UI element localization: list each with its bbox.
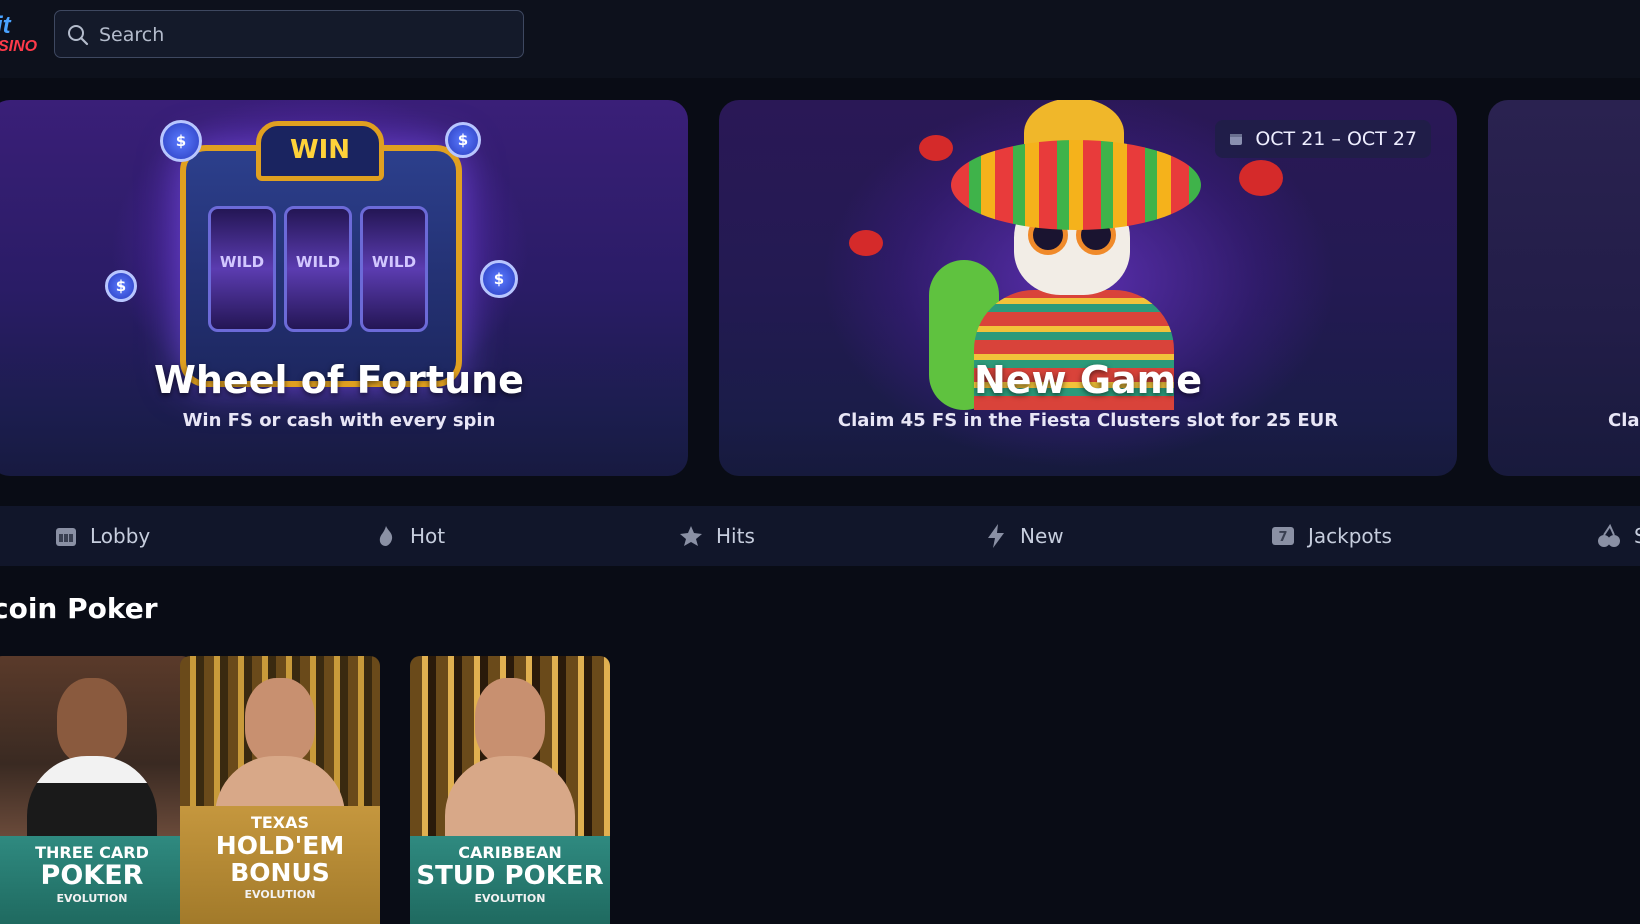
- search-input[interactable]: [97, 11, 511, 58]
- logo-text-top: it: [0, 12, 11, 39]
- category-hits[interactable]: Hits: [678, 506, 755, 566]
- category-label: New: [1020, 524, 1064, 548]
- game-title-line2: STUD POKER: [416, 861, 604, 891]
- promo-banner-wheel-of-fortune[interactable]: WIN WILD WILD WILD $ $ $ $ Wheel of Fort…: [0, 100, 688, 476]
- coin-icon: $: [445, 122, 481, 158]
- search-icon: [68, 25, 89, 46]
- pepper-icon: [919, 135, 953, 161]
- game-card-label: THREE CARD POKER EVOLUTION: [0, 836, 192, 924]
- slot-reel: WILD: [284, 206, 352, 332]
- banner-title: New Game: [973, 358, 1203, 402]
- category-nav: Lobby Hot Hits New 7 Jackpots S: [0, 506, 1640, 566]
- section-title: coin Poker: [0, 592, 158, 625]
- category-new[interactable]: New: [984, 506, 1064, 566]
- top-bar: it SINO: [0, 0, 1640, 78]
- category-label: Hits: [716, 524, 755, 548]
- coin-icon: $: [480, 260, 518, 298]
- category-label: Jackpots: [1308, 524, 1392, 548]
- star-icon: [680, 526, 702, 546]
- date-range-badge: OCT 21 – OCT 27: [1215, 120, 1431, 158]
- category-partial[interactable]: S: [1596, 506, 1640, 566]
- search-box[interactable]: [54, 10, 524, 58]
- game-title-line2: HOLD'EM BONUS: [215, 831, 345, 887]
- category-jackpots[interactable]: 7 Jackpots: [1270, 506, 1392, 566]
- promo-banner-new-game[interactable]: OCT 21 – OCT 27 New Game Claim 45 FS in …: [719, 100, 1457, 476]
- slot-reel: WILD: [360, 206, 428, 332]
- slot-machine-illustration: WIN WILD WILD WILD: [180, 121, 462, 387]
- lobby-icon: [56, 528, 76, 546]
- game-thumbnail: [410, 656, 610, 846]
- game-title-line2: POKER: [40, 860, 144, 891]
- game-title-line1: TEXAS: [250, 813, 310, 832]
- category-hot[interactable]: Hot: [374, 506, 445, 566]
- calendar-icon: [1230, 134, 1243, 145]
- category-lobby[interactable]: Lobby: [54, 506, 150, 566]
- game-card[interactable]: TEXAS HOLD'EM BONUS EVOLUTION: [180, 656, 380, 924]
- banner-title: Wheel of Fortune: [154, 358, 524, 402]
- promo-banner-partial[interactable]: Cla: [1488, 100, 1640, 476]
- game-card[interactable]: THREE CARD POKER EVOLUTION: [0, 656, 192, 924]
- casino-logo[interactable]: it SINO: [0, 12, 40, 62]
- game-provider: EVOLUTION: [56, 892, 128, 905]
- game-provider: EVOLUTION: [244, 888, 316, 901]
- pepper-icon: [1239, 160, 1283, 196]
- banner-subtitle: Win FS or cash with every spin: [182, 410, 496, 431]
- date-range-text: OCT 21 – OCT 27: [1255, 128, 1417, 150]
- coin-icon: $: [105, 270, 137, 302]
- coin-icon: $: [160, 120, 202, 162]
- banner-subtitle: Claim 45 FS in the Fiesta Clusters slot …: [837, 410, 1339, 431]
- cherries-icon: [1598, 523, 1620, 547]
- lightning-icon: [988, 524, 1004, 548]
- svg-text:7: 7: [1278, 530, 1287, 545]
- game-card[interactable]: CARIBBEAN STUD POKER EVOLUTION: [410, 656, 610, 924]
- game-title-line1: CARIBBEAN: [458, 843, 562, 862]
- category-label: S: [1634, 524, 1640, 548]
- banner-subtitle: Cla: [1608, 410, 1640, 431]
- category-label: Lobby: [90, 524, 151, 548]
- pepper-icon: [849, 230, 883, 256]
- sombrero-illustration: [951, 140, 1201, 230]
- win-sign: WIN: [256, 121, 384, 181]
- slot-reel: WILD: [208, 206, 276, 332]
- game-card-label: CARIBBEAN STUD POKER EVOLUTION: [410, 836, 610, 924]
- flame-icon: [379, 526, 393, 546]
- category-label: Hot: [410, 524, 446, 548]
- game-card-label: TEXAS HOLD'EM BONUS EVOLUTION: [180, 806, 380, 924]
- jackpot-icon: 7: [1272, 527, 1294, 545]
- logo-text-bottom: SINO: [0, 38, 38, 55]
- game-thumbnail: [0, 656, 192, 846]
- game-provider: EVOLUTION: [474, 892, 546, 905]
